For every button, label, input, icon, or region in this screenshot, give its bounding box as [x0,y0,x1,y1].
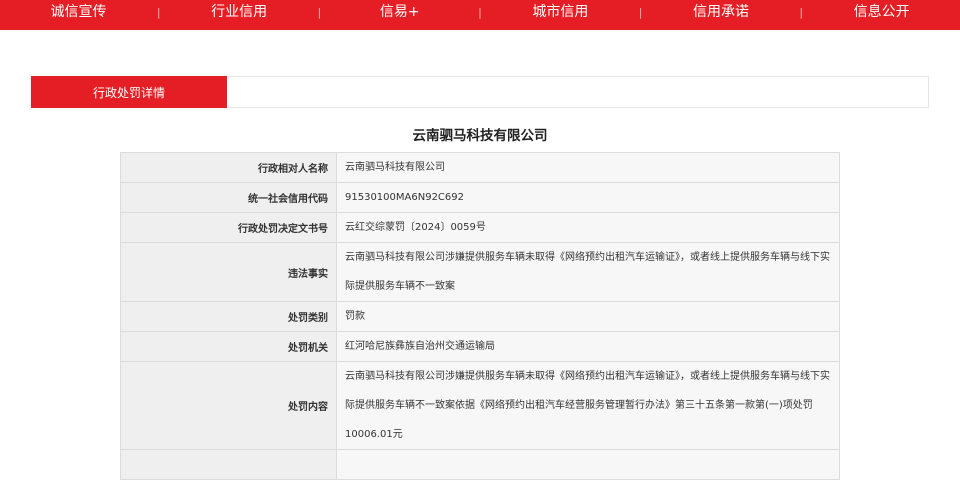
nav-item-city-credit[interactable]: 城市信用 [482,0,639,24]
row-label: 统一社会信用代码 [120,182,337,213]
row-label: 行政处罚决定文书号 [120,212,337,243]
penalty-detail-table: 行政相对人名称 云南驷马科技有限公司 统一社会信用代码 91530100MA6N… [120,152,840,480]
row-label: 处罚内容 [120,361,337,450]
row-value: 红河哈尼族彝族自治州交通运输局 [336,331,840,362]
row-value: 云南驷马科技有限公司涉嫌提供服务车辆未取得《网络预约出租汽车运输证》，或者线上提… [336,242,840,302]
tab-penalty-details[interactable]: 行政处罚详情 [31,76,227,108]
top-nav-bar: 诚信宣传 | 行业信用 | 信易+ | 城市信用 | 信用承诺 | 信息公开 [0,0,960,30]
table-row: 统一社会信用代码 91530100MA6N92C692 [120,182,840,213]
row-value: 云南驷马科技有限公司涉嫌提供服务车辆未取得《网络预约出租汽车运输证》，或者线上提… [336,361,840,450]
row-label: 处罚类别 [120,301,337,332]
row-label [120,449,337,480]
nav-item-xinyi-plus[interactable]: 信易+ [321,0,478,24]
table-row: 处罚机关 红河哈尼族彝族自治州交通运输局 [120,331,840,362]
nav-item-information-disclosure[interactable]: 信息公开 [803,0,960,24]
table-row: 违法事实 云南驷马科技有限公司涉嫌提供服务车辆未取得《网络预约出租汽车运输证》，… [120,242,840,302]
row-value: 云南驷马科技有限公司 [336,152,840,183]
row-label: 处罚机关 [120,331,337,362]
row-value: 云红交综蒙罚〔2024〕0059号 [336,212,840,243]
table-row: 行政相对人名称 云南驷马科技有限公司 [120,152,840,183]
table-row: 处罚类别 罚款 [120,301,840,332]
table-row [120,449,840,480]
nav-item-integrity-promotion[interactable]: 诚信宣传 [0,0,157,24]
nav-item-credit-commitment[interactable]: 信用承诺 [643,0,800,24]
row-label: 行政相对人名称 [120,152,337,183]
table-row: 处罚内容 云南驷马科技有限公司涉嫌提供服务车辆未取得《网络预约出租汽车运输证》，… [120,361,840,450]
row-value [336,449,840,480]
row-value: 91530100MA6N92C692 [336,182,840,213]
row-label: 违法事实 [120,242,337,302]
row-value: 罚款 [336,301,840,332]
table-row: 行政处罚决定文书号 云红交综蒙罚〔2024〕0059号 [120,212,840,243]
company-title: 云南驷马科技有限公司 [412,128,548,144]
nav-item-industry-credit[interactable]: 行业信用 [161,0,318,24]
detail-tab-bar: 行政处罚详情 [31,76,929,108]
